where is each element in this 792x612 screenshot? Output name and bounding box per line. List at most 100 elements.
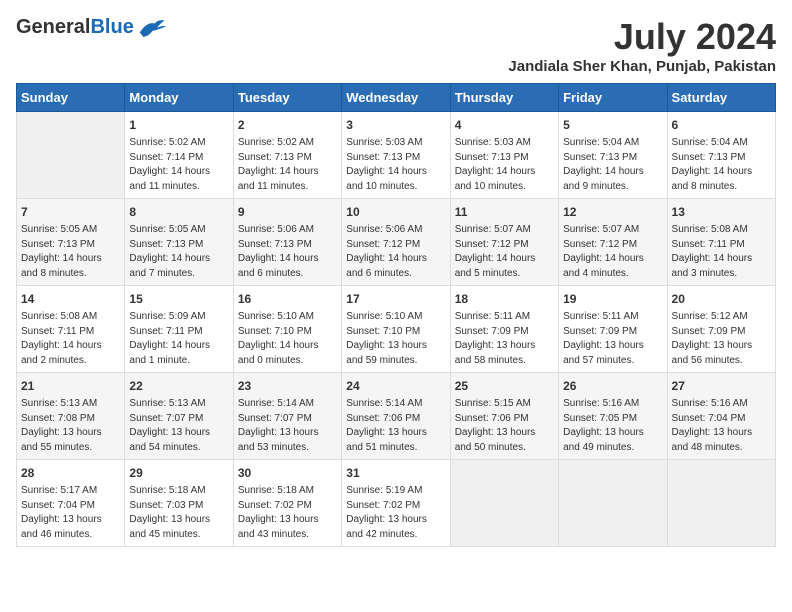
sunrise-text: Sunrise: 5:16 AM: [672, 398, 748, 409]
sunrise-text: Sunrise: 5:08 AM: [21, 311, 97, 322]
calendar-cell: 26 Sunrise: 5:16 AM Sunset: 7:05 PM Dayl…: [559, 373, 667, 460]
day-info: Sunrise: 5:06 AM Sunset: 7:12 PM Dayligh…: [346, 223, 445, 281]
daylight-text: Daylight: 13 hours and 53 minutes.: [238, 427, 319, 453]
calendar-cell: 17 Sunrise: 5:10 AM Sunset: 7:10 PM Dayl…: [342, 286, 450, 373]
calendar-cell: 29 Sunrise: 5:18 AM Sunset: 7:03 PM Dayl…: [125, 460, 233, 547]
day-info: Sunrise: 5:18 AM Sunset: 7:02 PM Dayligh…: [238, 484, 337, 542]
calendar-cell: 16 Sunrise: 5:10 AM Sunset: 7:10 PM Dayl…: [233, 286, 341, 373]
day-info: Sunrise: 5:06 AM Sunset: 7:13 PM Dayligh…: [238, 223, 337, 281]
day-number: 25: [455, 377, 554, 395]
sunset-text: Sunset: 7:09 PM: [455, 326, 529, 337]
day-info: Sunrise: 5:14 AM Sunset: 7:06 PM Dayligh…: [346, 397, 445, 455]
calendar-cell: 13 Sunrise: 5:08 AM Sunset: 7:11 PM Dayl…: [667, 199, 775, 286]
calendar-cell: 31 Sunrise: 5:19 AM Sunset: 7:02 PM Dayl…: [342, 460, 450, 547]
logo-blue-text: Blue: [90, 16, 133, 38]
title-block: July 2024 Jandiala Sher Khan, Punjab, Pa…: [508, 16, 776, 75]
day-number: 10: [346, 203, 445, 221]
sunset-text: Sunset: 7:09 PM: [672, 326, 746, 337]
day-number: 1: [129, 116, 228, 134]
daylight-text: Daylight: 14 hours and 2 minutes.: [21, 340, 102, 366]
day-number: 14: [21, 290, 120, 308]
sunrise-text: Sunrise: 5:08 AM: [672, 224, 748, 235]
sunrise-text: Sunrise: 5:10 AM: [238, 311, 314, 322]
daylight-text: Daylight: 13 hours and 48 minutes.: [672, 427, 753, 453]
daylight-text: Daylight: 14 hours and 8 minutes.: [672, 166, 753, 192]
page-header: GeneralBlue July 2024 Jandiala Sher Khan…: [16, 16, 776, 75]
sunrise-text: Sunrise: 5:14 AM: [346, 398, 422, 409]
day-info: Sunrise: 5:18 AM Sunset: 7:03 PM Dayligh…: [129, 484, 228, 542]
calendar-week-row: 21 Sunrise: 5:13 AM Sunset: 7:08 PM Dayl…: [17, 373, 776, 460]
day-header-saturday: Saturday: [667, 84, 775, 112]
day-header-friday: Friday: [559, 84, 667, 112]
daylight-text: Daylight: 13 hours and 45 minutes.: [129, 514, 210, 540]
daylight-text: Daylight: 14 hours and 6 minutes.: [346, 253, 427, 279]
sunset-text: Sunset: 7:11 PM: [21, 326, 94, 337]
sunset-text: Sunset: 7:06 PM: [455, 413, 529, 424]
sunrise-text: Sunrise: 5:02 AM: [129, 137, 205, 148]
calendar-cell: 3 Sunrise: 5:03 AM Sunset: 7:13 PM Dayli…: [342, 112, 450, 199]
daylight-text: Daylight: 14 hours and 9 minutes.: [563, 166, 644, 192]
sunrise-text: Sunrise: 5:07 AM: [563, 224, 639, 235]
sunset-text: Sunset: 7:12 PM: [455, 239, 529, 250]
daylight-text: Daylight: 14 hours and 11 minutes.: [129, 166, 210, 192]
calendar-cell: 5 Sunrise: 5:04 AM Sunset: 7:13 PM Dayli…: [559, 112, 667, 199]
day-number: 21: [21, 377, 120, 395]
day-info: Sunrise: 5:02 AM Sunset: 7:14 PM Dayligh…: [129, 136, 228, 194]
calendar-week-row: 7 Sunrise: 5:05 AM Sunset: 7:13 PM Dayli…: [17, 199, 776, 286]
daylight-text: Daylight: 13 hours and 59 minutes.: [346, 340, 427, 366]
sunset-text: Sunset: 7:02 PM: [346, 500, 420, 511]
daylight-text: Daylight: 13 hours and 42 minutes.: [346, 514, 427, 540]
logo-bird-icon: [136, 17, 166, 39]
day-info: Sunrise: 5:04 AM Sunset: 7:13 PM Dayligh…: [563, 136, 662, 194]
calendar-cell: 20 Sunrise: 5:12 AM Sunset: 7:09 PM Dayl…: [667, 286, 775, 373]
sunset-text: Sunset: 7:02 PM: [238, 500, 312, 511]
day-number: 26: [563, 377, 662, 395]
daylight-text: Daylight: 13 hours and 46 minutes.: [21, 514, 102, 540]
calendar-cell: 10 Sunrise: 5:06 AM Sunset: 7:12 PM Dayl…: [342, 199, 450, 286]
sunset-text: Sunset: 7:10 PM: [238, 326, 312, 337]
sunrise-text: Sunrise: 5:16 AM: [563, 398, 639, 409]
day-info: Sunrise: 5:15 AM Sunset: 7:06 PM Dayligh…: [455, 397, 554, 455]
day-info: Sunrise: 5:11 AM Sunset: 7:09 PM Dayligh…: [563, 310, 662, 368]
day-number: 8: [129, 203, 228, 221]
daylight-text: Daylight: 13 hours and 56 minutes.: [672, 340, 753, 366]
day-info: Sunrise: 5:05 AM Sunset: 7:13 PM Dayligh…: [129, 223, 228, 281]
sunrise-text: Sunrise: 5:03 AM: [346, 137, 422, 148]
calendar-cell: 14 Sunrise: 5:08 AM Sunset: 7:11 PM Dayl…: [17, 286, 125, 373]
day-number: 18: [455, 290, 554, 308]
sunset-text: Sunset: 7:05 PM: [563, 413, 637, 424]
sunset-text: Sunset: 7:12 PM: [346, 239, 420, 250]
sunrise-text: Sunrise: 5:06 AM: [346, 224, 422, 235]
sunset-text: Sunset: 7:08 PM: [21, 413, 95, 424]
sunrise-text: Sunrise: 5:19 AM: [346, 485, 422, 496]
day-number: 7: [21, 203, 120, 221]
calendar-cell: 12 Sunrise: 5:07 AM Sunset: 7:12 PM Dayl…: [559, 199, 667, 286]
calendar-cell: 2 Sunrise: 5:02 AM Sunset: 7:13 PM Dayli…: [233, 112, 341, 199]
sunrise-text: Sunrise: 5:14 AM: [238, 398, 314, 409]
calendar-cell: [17, 112, 125, 199]
location-text: Jandiala Sher Khan, Punjab, Pakistan: [508, 58, 776, 75]
calendar-cell: 27 Sunrise: 5:16 AM Sunset: 7:04 PM Dayl…: [667, 373, 775, 460]
sunrise-text: Sunrise: 5:05 AM: [129, 224, 205, 235]
day-number: 30: [238, 464, 337, 482]
daylight-text: Daylight: 14 hours and 1 minute.: [129, 340, 210, 366]
daylight-text: Daylight: 14 hours and 5 minutes.: [455, 253, 536, 279]
calendar-week-row: 28 Sunrise: 5:17 AM Sunset: 7:04 PM Dayl…: [17, 460, 776, 547]
calendar-cell: 1 Sunrise: 5:02 AM Sunset: 7:14 PM Dayli…: [125, 112, 233, 199]
daylight-text: Daylight: 14 hours and 8 minutes.: [21, 253, 102, 279]
day-info: Sunrise: 5:10 AM Sunset: 7:10 PM Dayligh…: [238, 310, 337, 368]
day-info: Sunrise: 5:04 AM Sunset: 7:13 PM Dayligh…: [672, 136, 771, 194]
calendar-cell: 24 Sunrise: 5:14 AM Sunset: 7:06 PM Dayl…: [342, 373, 450, 460]
sunset-text: Sunset: 7:11 PM: [129, 326, 202, 337]
calendar-cell: 22 Sunrise: 5:13 AM Sunset: 7:07 PM Dayl…: [125, 373, 233, 460]
day-info: Sunrise: 5:17 AM Sunset: 7:04 PM Dayligh…: [21, 484, 120, 542]
daylight-text: Daylight: 14 hours and 0 minutes.: [238, 340, 319, 366]
sunrise-text: Sunrise: 5:18 AM: [129, 485, 205, 496]
day-info: Sunrise: 5:05 AM Sunset: 7:13 PM Dayligh…: [21, 223, 120, 281]
sunset-text: Sunset: 7:09 PM: [563, 326, 637, 337]
sunrise-text: Sunrise: 5:07 AM: [455, 224, 531, 235]
day-number: 28: [21, 464, 120, 482]
calendar-cell: [450, 460, 558, 547]
day-header-sunday: Sunday: [17, 84, 125, 112]
sunset-text: Sunset: 7:03 PM: [129, 500, 203, 511]
